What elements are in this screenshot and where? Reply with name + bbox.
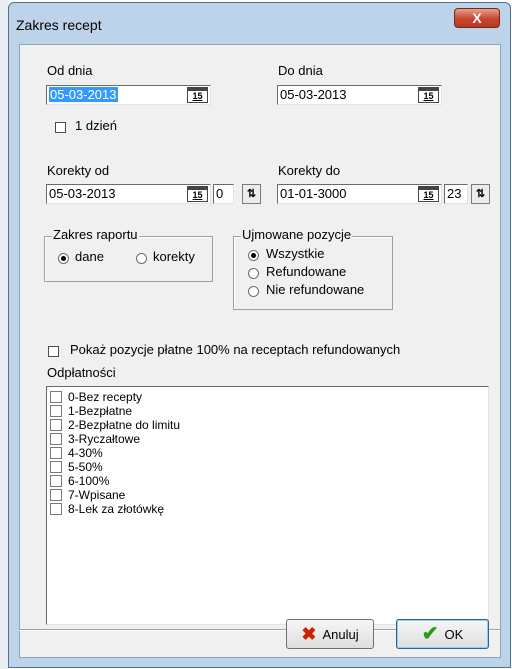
cancel-label: Anuluj — [322, 626, 359, 642]
one-day-checkbox[interactable] — [55, 122, 66, 133]
ok-label: OK — [444, 626, 464, 642]
list-item[interactable]: 0-Bez recepty — [50, 390, 142, 404]
checkbox[interactable] — [50, 391, 62, 403]
checkbox[interactable] — [50, 419, 62, 431]
report-scope-title: Zakres raportu — [52, 227, 139, 242]
list-item-label: 6-100% — [68, 474, 110, 488]
show-paid-checkbox[interactable] — [48, 346, 59, 357]
radio-refundowane[interactable] — [248, 268, 259, 279]
list-item-label: 0-Bez recepty — [68, 390, 143, 404]
list-item[interactable]: 7-Wpisane — [50, 488, 125, 502]
calendar-icon[interactable]: 15 — [187, 186, 208, 202]
checkbox[interactable] — [50, 461, 62, 473]
list-item[interactable]: 3-Ryczałtowe — [50, 432, 140, 446]
list-item-label: 1-Bezpłatne — [68, 404, 133, 418]
list-item[interactable]: 1-Bezpłatne — [50, 404, 132, 418]
date-from-field[interactable]: 05-03-2013 15 — [46, 85, 211, 105]
radio-dane[interactable] — [58, 253, 69, 264]
list-item-label: 4-30% — [68, 446, 103, 460]
list-item-label: 3-Ryczałtowe — [68, 432, 141, 446]
list-item-label: 7-Wpisane — [68, 488, 126, 502]
close-button[interactable]: X — [454, 8, 500, 28]
odplatnosci-listbox[interactable]: 0-Bez recepty 1-Bezpłatne 2-Bezpłatne do… — [46, 386, 489, 625]
list-item[interactable]: 6-100% — [50, 474, 109, 488]
calendar-icon[interactable]: 15 — [418, 87, 439, 103]
list-item-label: 5-50% — [68, 460, 103, 474]
list-item[interactable]: 8-Lek za złotówkę — [50, 502, 164, 516]
date-to-value: 05-03-2013 — [280, 87, 347, 102]
date-to-label: Do dnia — [278, 63, 323, 78]
date-from-value: 05-03-2013 — [49, 87, 118, 102]
radio-refundowane-label: Refundowane — [266, 264, 347, 279]
cancel-x-icon: ✖ — [301, 624, 317, 644]
checkbox[interactable] — [50, 475, 62, 487]
one-day-label: 1 dzień — [75, 118, 117, 133]
list-item[interactable]: 2-Bezpłatne do limitu — [50, 418, 180, 432]
radio-wszystkie[interactable] — [248, 250, 259, 261]
show-paid-label: Pokaż pozycje płatne 100% na receptach r… — [70, 342, 401, 357]
checkmark-icon: ✔ — [421, 623, 439, 645]
corrections-to-value: 01-01-3000 — [280, 186, 347, 201]
corrections-to-field[interactable]: 01-01-3000 15 — [277, 184, 442, 204]
ok-button[interactable]: ✔ OK — [396, 619, 489, 649]
corrections-from-spin-icon[interactable]: ⇅ — [242, 184, 261, 204]
calendar-icon[interactable]: 15 — [418, 186, 439, 202]
radio-wszystkie-label: Wszystkie — [266, 246, 325, 261]
calendar-icon[interactable]: 15 — [187, 87, 208, 103]
checkbox[interactable] — [50, 447, 62, 459]
list-item[interactable]: 5-50% — [50, 460, 103, 474]
radio-nie-refundowane[interactable] — [248, 286, 259, 297]
checkbox[interactable] — [50, 433, 62, 445]
positions-title: Ujmowane pozycje — [241, 227, 353, 242]
corrections-from-field[interactable]: 05-03-2013 15 — [46, 184, 211, 204]
list-item-label: 2-Bezpłatne do limitu — [68, 418, 181, 432]
list-item[interactable]: 4-30% — [50, 446, 103, 460]
checkbox[interactable] — [50, 405, 62, 417]
background-window-edge — [0, 0, 8, 669]
corrections-to-number[interactable]: 23 — [444, 184, 468, 204]
checkbox[interactable] — [50, 503, 62, 515]
radio-nie-refundowane-label: Nie refundowane — [266, 282, 365, 297]
corrections-from-value: 05-03-2013 — [49, 186, 116, 201]
radio-korekty-label: korekty — [153, 249, 195, 264]
list-item-label: 8-Lek za złotówkę — [68, 502, 165, 516]
corrections-to-spin-icon[interactable]: ⇅ — [471, 184, 490, 204]
odplatnosci-label: Odpłatności — [47, 365, 116, 380]
dialog-title: Zakres recept — [16, 17, 102, 33]
cancel-button[interactable]: ✖ Anuluj — [286, 619, 374, 649]
corrections-from-label: Korekty od — [47, 163, 110, 178]
radio-dane-label: dane — [75, 249, 104, 264]
date-to-field[interactable]: 05-03-2013 15 — [277, 85, 442, 105]
checkbox[interactable] — [50, 489, 62, 501]
corrections-from-number[interactable]: 0 — [213, 184, 234, 204]
date-from-label: Od dnia — [47, 63, 93, 78]
radio-korekty[interactable] — [136, 253, 147, 264]
corrections-to-label: Korekty do — [278, 163, 341, 178]
